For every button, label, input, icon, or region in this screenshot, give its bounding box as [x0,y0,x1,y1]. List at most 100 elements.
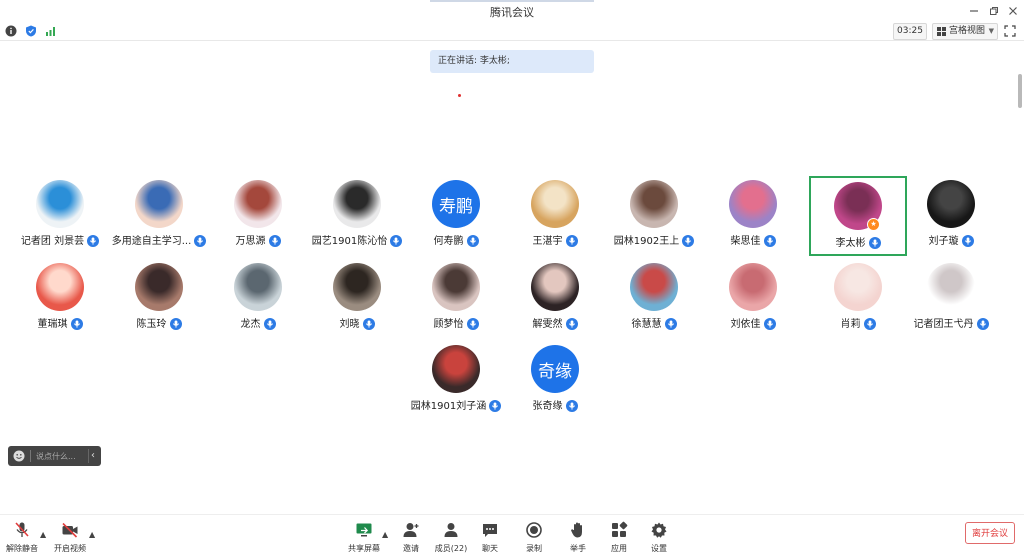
unmute-button[interactable]: 解除静音 [2,519,42,553]
participant-tile[interactable]: 董瑞琪 [11,259,109,339]
chat-input-box[interactable]: ‹ [8,446,101,466]
record-button[interactable]: 录制 [514,519,554,553]
mic-active-icon [466,235,479,247]
participant-tile[interactable]: 奇缘 张奇缘 [506,341,604,421]
apps-icon [612,521,628,537]
avatar [729,180,777,228]
participant-name-text: 肖莉 [840,319,861,330]
participant-name-text: 解雯然 [532,319,563,330]
view-mode-dropdown[interactable]: 宫格视图 ▼ [932,23,998,40]
chat-input[interactable] [36,449,82,463]
host-badge-icon: ★ [867,218,880,231]
participant-tile[interactable]: 园林1901刘子涵 [407,341,505,421]
mic-active-icon [976,318,989,330]
avatar [834,263,882,311]
mic-active-icon [682,235,695,247]
leave-meeting-button[interactable]: 离开会议 [965,522,1015,544]
participant-name: 园艺1901陈沁怡 [308,232,406,247]
mic-active-icon [70,318,83,330]
start-video-button[interactable]: 开启视频 [50,519,90,553]
participant-name-text: 园林1902王上 [613,236,680,247]
participant-name-text: 记者团王弋丹 [913,319,974,330]
participant-name-text: 刘晓 [339,319,360,330]
window-title: 腾讯会议 [490,6,534,19]
avatar [630,180,678,228]
avatar [927,263,975,311]
participant-tile[interactable]: 寿鹏 何寿鹏 [407,176,505,256]
avatar [927,180,975,228]
participant-name-text: 董瑞琪 [37,319,68,330]
participant-name: 龙杰 [209,315,307,330]
participant-tile[interactable]: 顾梦怡 [407,259,505,339]
participant-tile[interactable]: 刘子璇 [902,176,1000,256]
avatar [432,345,480,393]
participant-name-text: 张奇缘 [532,401,563,412]
chat-divider [30,450,31,462]
mic-active-icon [87,235,100,247]
avatar [234,180,282,228]
mic-active-icon [489,400,502,412]
mic-active-icon [863,318,876,330]
minimize-icon [970,10,978,12]
participant-tile[interactable]: 陈玉玲 [110,259,208,339]
participant-name: 园林1901刘子涵 [407,397,505,412]
mic-active-icon [263,318,276,330]
grid-icon [937,27,946,36]
participant-tile[interactable]: 万思源 [209,176,307,256]
participant-tile[interactable]: 记者团王弋丹 [902,259,1000,339]
mic-active-icon [390,235,403,247]
start-video-label: 开启视频 [54,544,86,553]
shield-icon[interactable] [25,25,37,37]
participant-tile[interactable]: 柴思佳 [704,176,802,256]
avatar [135,180,183,228]
participant-name: 顾梦怡 [407,315,505,330]
audio-options-caret[interactable]: ▲ [40,530,48,539]
mic-active-icon [763,318,776,330]
mic-active-icon [763,235,776,247]
participant-tile[interactable]: 肖莉 [809,259,907,339]
participant-tile[interactable]: 记者团 刘景芸 [11,176,109,256]
fullscreen-icon[interactable] [1004,25,1016,37]
status-bar: 03:25 宫格视图 ▼ [0,22,1024,41]
participant-tile[interactable]: 龙杰 [209,259,307,339]
participant-tile[interactable]: 刘晓 [308,259,406,339]
participant-name-text: 万思源 [235,236,266,247]
participant-tile[interactable]: 徐慧慧 [605,259,703,339]
avatar [36,180,84,228]
participant-tile[interactable]: ★ 李太彬 [809,176,907,256]
participant-tile[interactable]: 多用途自主学习... [110,176,208,256]
video-options-caret[interactable]: ▲ [89,530,97,539]
participant-tile[interactable]: 园艺1901陈沁怡 [308,176,406,256]
participant-name-text: 顾梦怡 [433,319,464,330]
participant-tile[interactable]: 解雯然 [506,259,604,339]
participant-tile[interactable]: 王湛宇 [506,176,604,256]
restore-button[interactable] [986,3,1002,19]
participant-name: 肖莉 [809,315,907,330]
mic-muted-icon [15,522,29,537]
participant-tile[interactable]: 园林1902王上 [605,176,703,256]
emoji-icon[interactable] [13,450,25,462]
participant-name: 记者团 刘景芸 [11,232,109,247]
mic-active-icon [565,318,578,330]
avatar [333,180,381,228]
scrollbar[interactable] [1018,74,1022,108]
members-icon [444,523,458,537]
share-options-caret[interactable]: ▲ [382,530,390,539]
share-screen-icon [356,523,372,537]
minimize-button[interactable] [966,3,982,19]
settings-button[interactable]: 设置 [639,519,679,553]
recording-dot [458,94,461,97]
info-icon[interactable] [5,25,17,37]
close-button[interactable] [1005,3,1021,19]
participant-tile[interactable]: 刘依佳 [704,259,802,339]
signal-icon[interactable] [45,25,57,37]
participant-name-text: 徐慧慧 [631,319,662,330]
share-screen-button[interactable]: 共享屏幕 [344,519,384,553]
mic-active-icon [268,235,281,247]
participant-name-text: 李太彬 [835,238,866,249]
chat-button[interactable]: 聊天 [470,519,510,553]
participant-name: 柴思佳 [704,232,802,247]
participant-name-text: 柴思佳 [730,236,761,247]
participant-name: 张奇缘 [506,397,604,412]
chevron-left-icon[interactable]: ‹ [91,450,101,462]
